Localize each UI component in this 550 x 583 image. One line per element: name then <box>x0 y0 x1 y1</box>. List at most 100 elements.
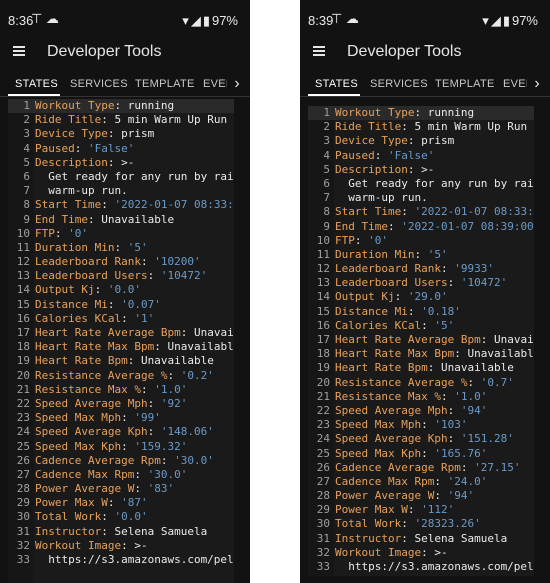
code-line[interactable]: 3 Device Type: prism <box>8 127 234 141</box>
yaml-colon: : <box>101 524 108 538</box>
code-line[interactable]: 2 Ride Title: 5 min Warm Up Run <box>308 120 534 134</box>
code-line[interactable]: 8 Start Time: '2022-01-07 08:33:30 <box>8 198 234 212</box>
tab-events[interactable]: EVEN <box>503 78 527 90</box>
line-content: Heart Rate Bpm: Unavailable <box>335 361 514 375</box>
code-line[interactable]: 6 Get ready for any run by raisin <box>308 177 534 191</box>
code-line[interactable]: 32 Workout Image: >- <box>308 546 534 560</box>
code-line[interactable]: 22 Speed Average Mph: '92' <box>8 397 234 411</box>
tab-services[interactable]: SERVICES <box>70 78 128 90</box>
code-line[interactable]: 13 Leaderboard Users: '10472' <box>308 276 534 290</box>
line-content: Start Time: '2022-01-07 08:33:57 <box>335 205 534 219</box>
menu-icon[interactable] <box>313 46 325 56</box>
code-line[interactable]: 4 Paused: 'False' <box>8 142 234 156</box>
line-content: FTP: '0' <box>335 234 388 248</box>
code-line[interactable]: 14 Output Kj: '0.0' <box>8 283 234 297</box>
code-line[interactable]: 10 FTP: '0' <box>308 234 534 248</box>
code-line[interactable]: 29 Power Max W: '87' <box>8 496 234 510</box>
yaml-colon: : <box>421 418 428 432</box>
code-line[interactable]: 16 Calories KCal: '1' <box>8 312 234 326</box>
code-line[interactable]: 30 Total Work: '0.0' <box>8 510 234 524</box>
line-content: Output Kj: '29.0' <box>335 290 448 304</box>
code-line[interactable]: 9 End Time: '2022-01-07 08:39:00' <box>308 220 534 234</box>
chevron-right-icon[interactable]: › <box>228 75 246 93</box>
tab-states[interactable]: STATES <box>315 78 358 90</box>
code-line[interactable]: 21 Resistance Max %: '1.0' <box>308 390 534 404</box>
code-line[interactable]: 25 Speed Max Kph: '165.76' <box>308 447 534 461</box>
code-line[interactable]: 30 Total Work: '28323.26' <box>308 517 534 531</box>
yaml-editor[interactable]: 1 Workout Type: running 2 Ride Title: 5 min… <box>8 99 234 583</box>
code-line[interactable]: 7 warm-up run. <box>8 184 234 198</box>
code-line[interactable]: 31 Instructor: Selena Samuela <box>8 525 234 539</box>
yaml-colon: : <box>134 482 141 496</box>
line-content: Get ready for any run by raisin <box>335 177 534 191</box>
tab-states[interactable]: STATES <box>15 78 58 90</box>
code-line[interactable]: 2 Ride Title: 5 min Warm Up Run <box>8 113 234 127</box>
code-line[interactable]: 20 Resistance Average %: '0.7' <box>308 376 534 390</box>
yaml-colon: : <box>354 233 362 247</box>
code-line[interactable]: 28 Power Average W: '83' <box>8 482 234 496</box>
tab-services[interactable]: SERVICES <box>370 78 428 90</box>
code-line[interactable]: 12 Leaderboard Rank: '10200' <box>8 255 234 269</box>
status-bar: 8:39 ⊤ ☁ ▾ ◢ ▮ 97% <box>300 0 550 36</box>
line-content: Heart Rate Average Bpm: Unavailab <box>35 326 234 340</box>
menu-icon[interactable] <box>13 46 25 56</box>
code-line[interactable]: 6 Get ready for any run by raisin <box>8 170 234 184</box>
code-line[interactable]: 27 Cadence Max Rpm: '24.0' <box>308 475 534 489</box>
yaml-value: '30.0' <box>167 453 214 467</box>
code-line[interactable]: 3 Device Type: prism <box>308 134 534 148</box>
code-line[interactable]: 14 Output Kj: '29.0' <box>308 290 534 304</box>
code-line[interactable]: 15 Distance Mi: '0.18' <box>308 305 534 319</box>
line-number: 24 <box>16 425 30 439</box>
code-line[interactable]: 27 Cadence Max Rpm: '30.0' <box>8 468 234 482</box>
code-line[interactable]: 26 Cadence Average Rpm: '30.0' <box>8 454 234 468</box>
code-line[interactable]: 29 Power Max W: '112' <box>308 503 534 517</box>
tab-events[interactable]: EVEN <box>203 78 227 90</box>
code-line[interactable]: 23 Speed Max Mph: '99' <box>8 411 234 425</box>
code-line[interactable]: 24 Speed Average Kph: '151.28' <box>308 432 534 446</box>
code-line[interactable]: 5 Description: >- <box>8 156 234 170</box>
code-line[interactable]: 33 https://s3.amazonaws.com/peloto <box>308 560 534 574</box>
line-number: 6 <box>323 176 330 190</box>
code-line[interactable]: 13 Leaderboard Users: '10472' <box>8 269 234 283</box>
code-line[interactable]: 23 Speed Max Mph: '103' <box>308 418 534 432</box>
chevron-right-icon[interactable]: › <box>528 75 546 93</box>
code-line[interactable]: 12 Leaderboard Rank: '9933' <box>308 262 534 276</box>
yaml-editor[interactable]: 1 Workout Type: running 2 Ride Title: 5 min… <box>308 106 534 576</box>
code-line[interactable]: 31 Instructor: Selena Samuela <box>308 532 534 546</box>
code-line[interactable]: 16 Calories KCal: '5' <box>308 319 534 333</box>
code-line[interactable]: 24 Speed Average Kph: '148.06' <box>8 425 234 439</box>
line-content: Heart Rate Average Bpm: Unavailab <box>335 333 534 347</box>
code-line[interactable]: 15 Distance Mi: '0.07' <box>8 298 234 312</box>
code-line[interactable]: 19 Heart Rate Bpm: Unavailable <box>308 361 534 375</box>
code-line[interactable]: 1 Workout Type: running <box>8 99 234 114</box>
line-number: 12 <box>316 262 330 276</box>
code-line[interactable]: 17 Heart Rate Average Bpm: Unavailab <box>8 326 234 340</box>
code-line[interactable]: 11 Duration Min: '5' <box>8 241 234 255</box>
code-line[interactable]: 1 Workout Type: running <box>308 106 534 121</box>
code-line[interactable]: 7 warm-up run. <box>308 191 534 205</box>
tab-template[interactable]: TEMPLATE <box>135 78 195 90</box>
code-line[interactable]: 9 End Time: Unavailable <box>8 213 234 227</box>
code-line[interactable]: 33 https://s3.amazonaws.com/peloto <box>8 553 234 567</box>
code-line[interactable]: 11 Duration Min: '5' <box>308 248 534 262</box>
code-line[interactable]: 25 Speed Max Kph: '159.32' <box>8 440 234 454</box>
code-line[interactable]: 22 Speed Average Mph: '94' <box>308 404 534 418</box>
code-line[interactable]: 28 Power Average W: '94' <box>308 489 534 503</box>
code-line[interactable]: 19 Heart Rate Bpm: Unavailable <box>8 354 234 368</box>
code-line[interactable]: 8 Start Time: '2022-01-07 08:33:57 <box>308 205 534 219</box>
line-number: 28 <box>16 482 30 496</box>
line-number: 25 <box>316 446 330 460</box>
code-line[interactable]: 20 Resistance Average %: '0.2' <box>8 369 234 383</box>
code-line[interactable]: 10 FTP: '0' <box>8 227 234 241</box>
tab-template[interactable]: TEMPLATE <box>435 78 495 90</box>
code-line[interactable]: 21 Resistance Max %: '1.0' <box>8 383 234 397</box>
yaml-colon: : <box>421 446 428 460</box>
code-line[interactable]: 18 Heart Rate Max Bpm: Unavailable <box>8 340 234 354</box>
code-line[interactable]: 18 Heart Rate Max Bpm: Unavailable <box>308 347 534 361</box>
code-line[interactable]: 5 Description: >- <box>308 163 534 177</box>
code-line[interactable]: 26 Cadence Average Rpm: '27.15' <box>308 461 534 475</box>
code-line[interactable]: 32 Workout Image: >- <box>8 539 234 553</box>
line-number: 17 <box>316 333 330 346</box>
code-line[interactable]: 17 Heart Rate Average Bpm: Unavailab <box>308 333 534 347</box>
code-line[interactable]: 4 Paused: 'False' <box>308 149 534 163</box>
